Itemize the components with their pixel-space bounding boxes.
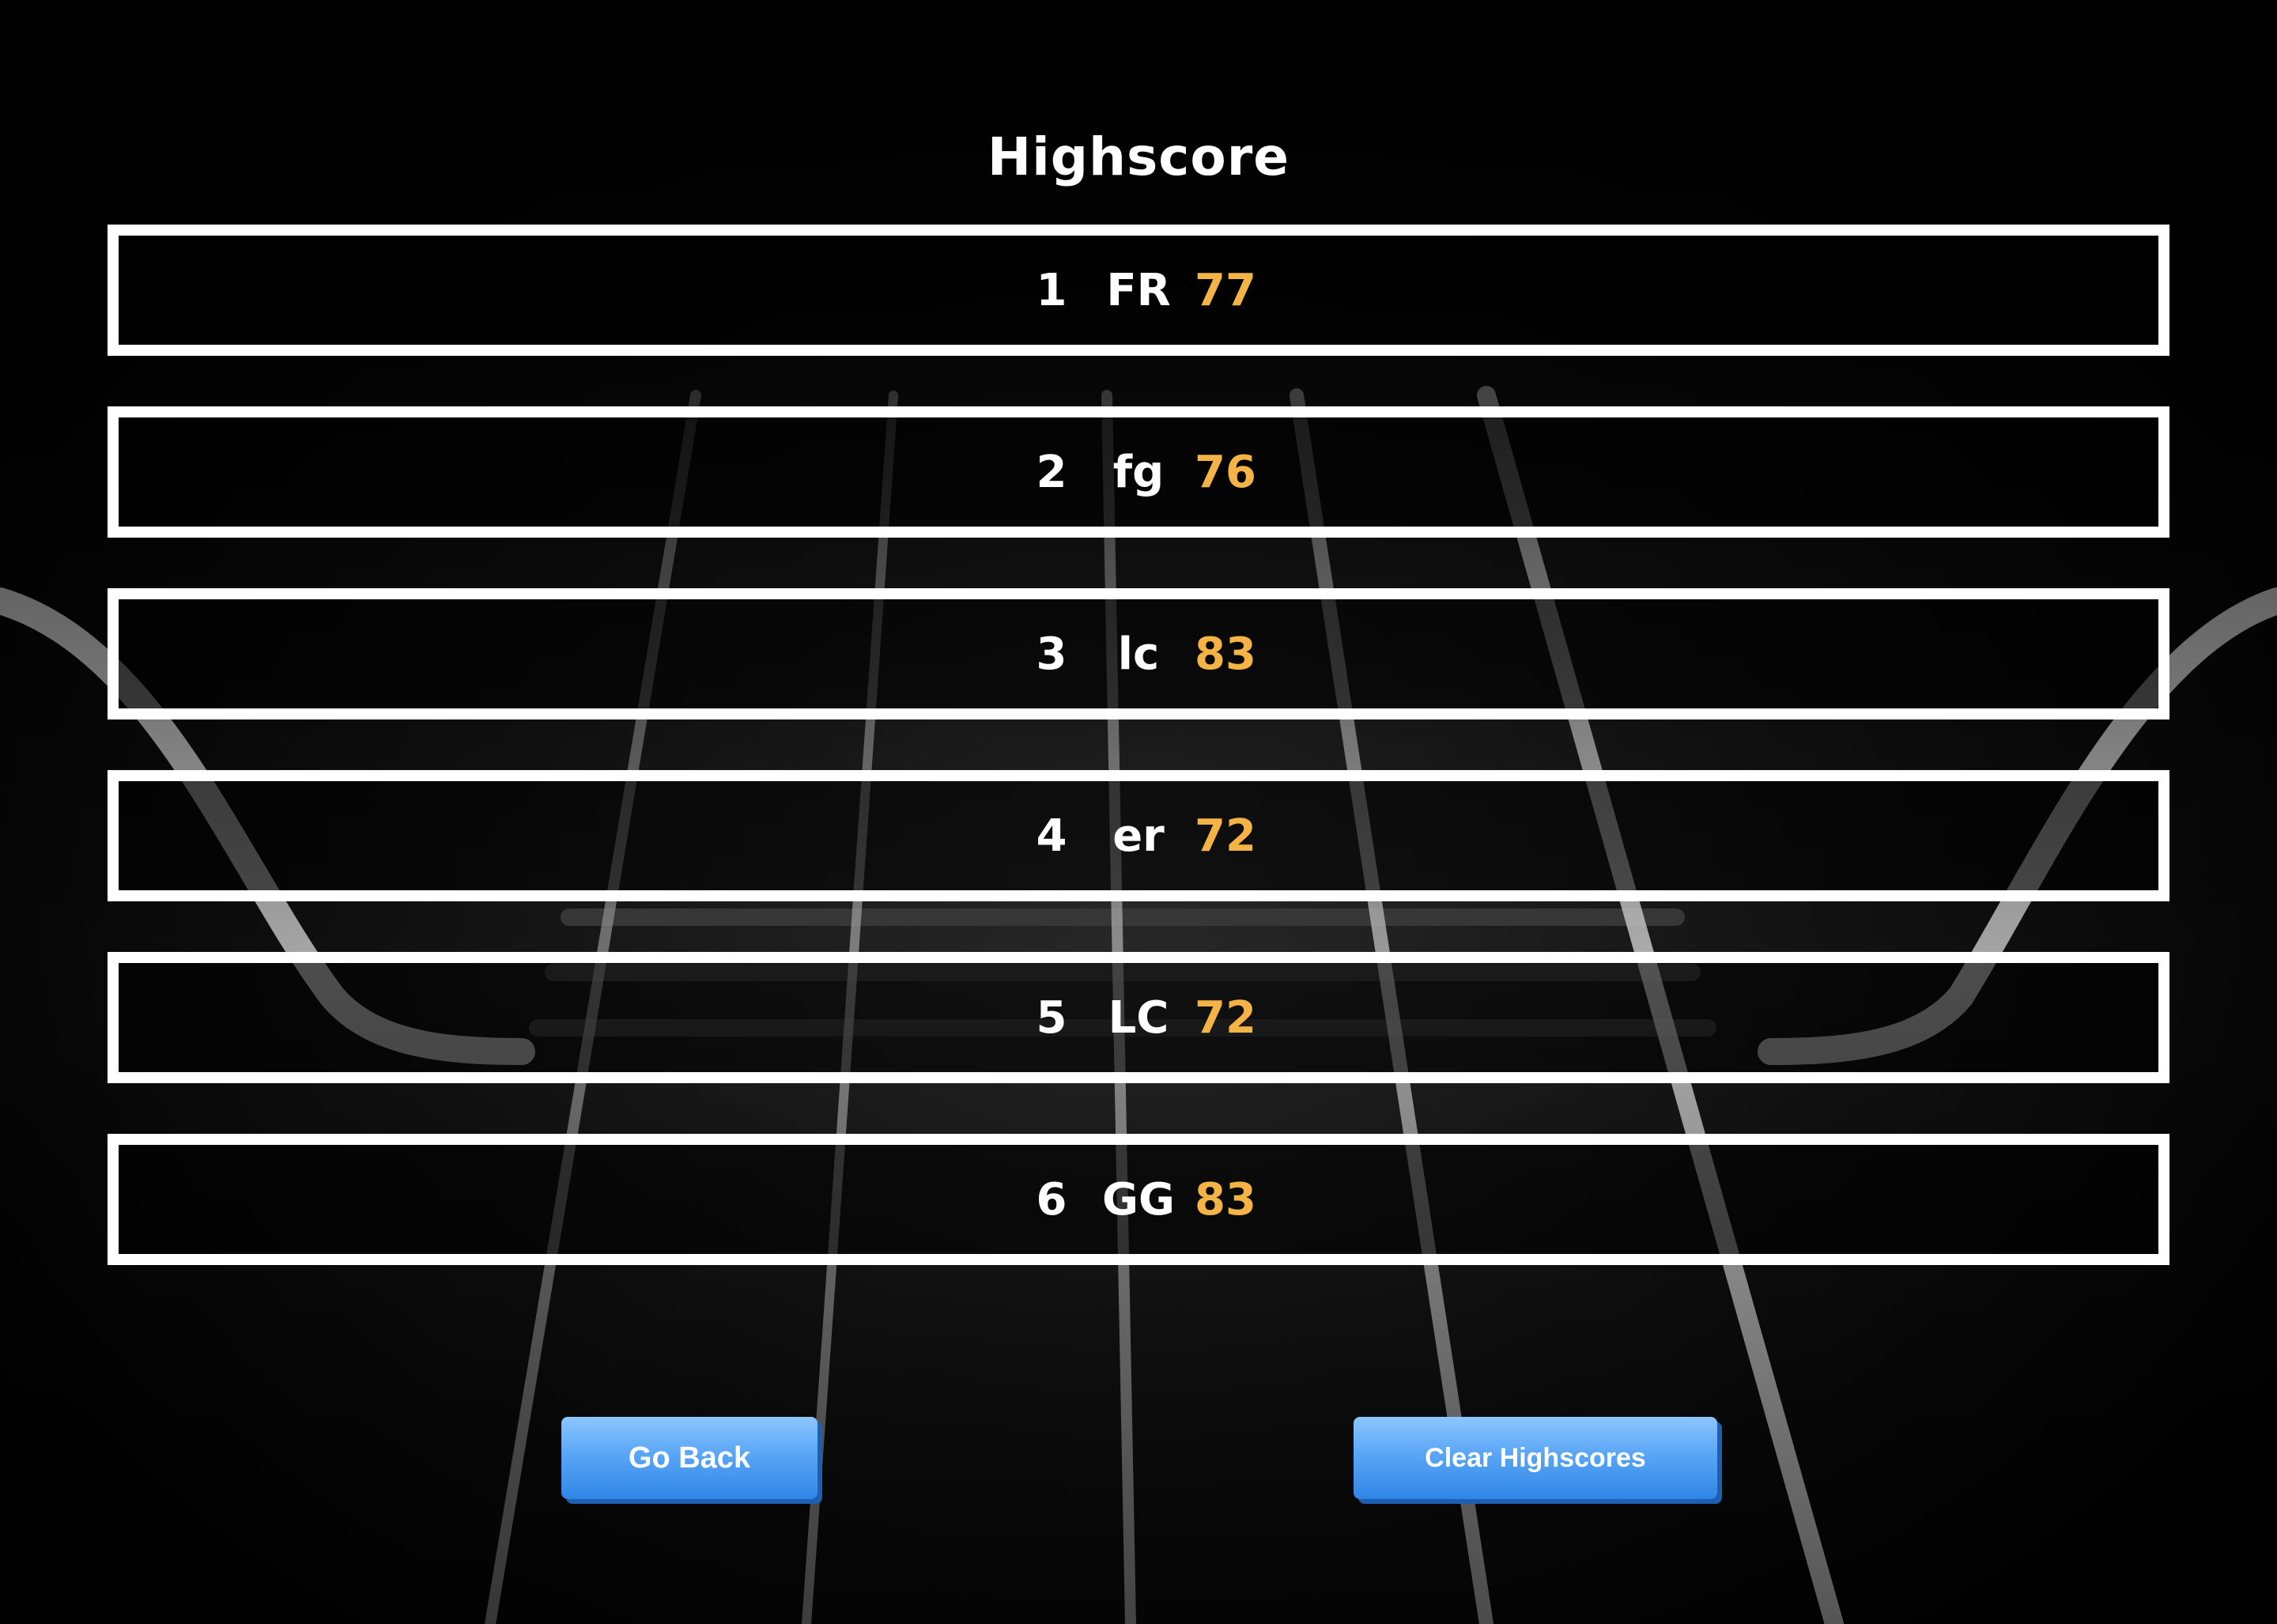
rank-number: 6 <box>1036 1173 1067 1226</box>
rank-number: 2 <box>1036 446 1067 498</box>
rank-number: 1 <box>1036 264 1067 316</box>
go-back-button[interactable]: Go Back <box>561 1417 818 1499</box>
player-score: 77 <box>1195 264 1256 316</box>
rank-number: 3 <box>1036 628 1067 680</box>
clear-highscores-button[interactable]: Clear Highscores <box>1354 1417 1717 1499</box>
rank-number: 4 <box>1036 810 1067 862</box>
highscore-row: 6 GG 83 <box>108 1134 2169 1265</box>
highscore-list: 1 FR 77 2 fg 76 3 lc 83 4 er 72 5 LC 72 6 GG 83 <box>108 225 2169 1316</box>
rank-number: 5 <box>1036 991 1067 1044</box>
player-score: 83 <box>1195 628 1256 680</box>
highscore-row: 2 fg 76 <box>108 406 2169 538</box>
player-score: 76 <box>1195 446 1256 498</box>
player-name: LC <box>1108 991 1169 1044</box>
highscore-row: 1 FR 77 <box>108 225 2169 356</box>
player-name: er <box>1112 810 1165 862</box>
player-name: fg <box>1112 446 1165 498</box>
player-name: GG <box>1102 1173 1175 1226</box>
player-name: FR <box>1106 264 1171 316</box>
highscore-row: 3 lc 83 <box>108 588 2169 719</box>
player-score: 72 <box>1195 991 1256 1044</box>
player-score: 72 <box>1195 810 1256 862</box>
page-title: Highscore <box>987 127 1290 187</box>
player-score: 83 <box>1195 1173 1256 1226</box>
player-name: lc <box>1117 628 1160 680</box>
highscore-row: 5 LC 72 <box>108 952 2169 1083</box>
highscore-row: 4 er 72 <box>108 770 2169 901</box>
